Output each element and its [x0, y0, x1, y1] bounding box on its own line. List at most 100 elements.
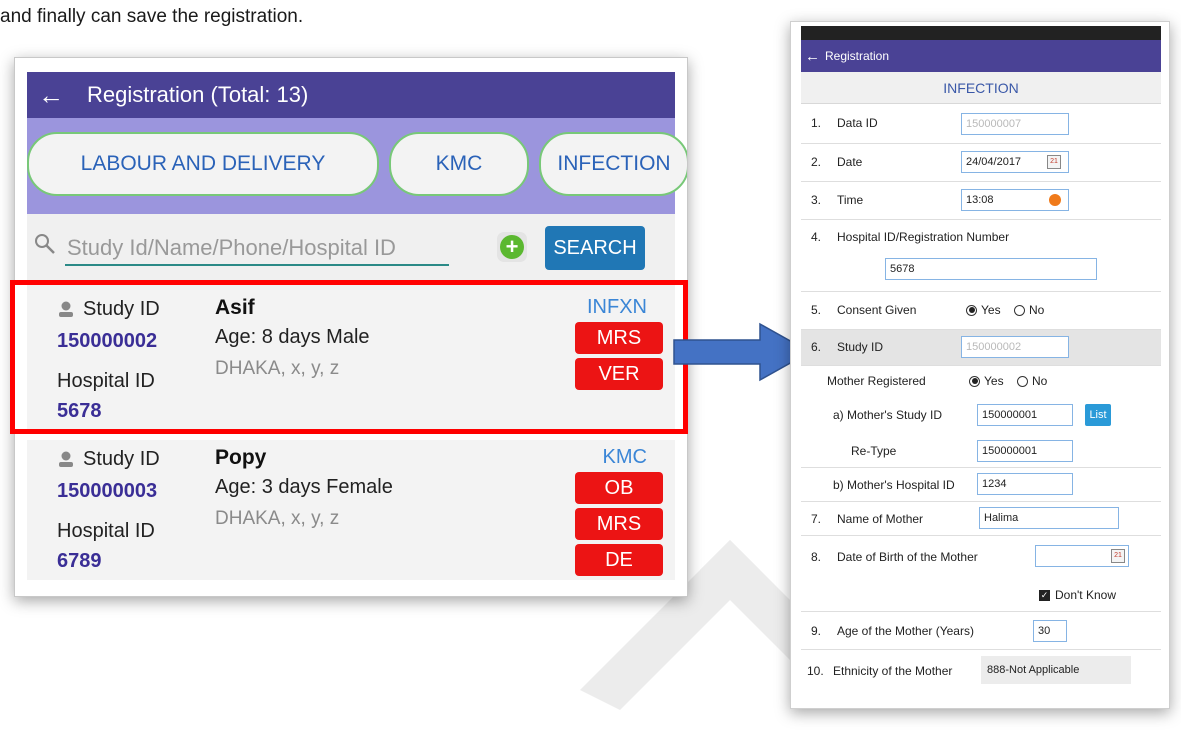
status-bar — [801, 26, 1161, 40]
person-icon — [59, 301, 73, 317]
dont-know-checkbox[interactable]: ✓ Don't Know — [1039, 588, 1116, 602]
patient-name: Popy — [215, 446, 267, 469]
patient-name: Asif — [215, 296, 255, 319]
form-section-title: INFECTION — [801, 72, 1161, 104]
field-number: 8. — [811, 550, 822, 564]
field-hospital-id: 4. Hospital ID/Registration Number — [801, 220, 1161, 292]
mother-registered-no-radio[interactable]: No — [1017, 374, 1047, 388]
retype-input[interactable] — [977, 440, 1073, 462]
field-label: Ethnicity of the Mother — [833, 664, 953, 678]
search-button[interactable]: SEARCH — [545, 226, 645, 270]
badge-mrs[interactable]: MRS — [575, 508, 663, 540]
search-input[interactable] — [65, 232, 449, 266]
field-number: 9. — [811, 624, 822, 638]
badge-de[interactable]: DE — [575, 544, 663, 576]
hospital-id-input[interactable] — [885, 258, 1097, 280]
tab-labour-and-delivery[interactable]: LABOUR AND DELIVERY — [27, 132, 379, 196]
field-mother-ethnicity: 10. Ethnicity of the Mother 888-Not Appl… — [801, 650, 1161, 690]
app-bar-title: Registration (Total: 13) — [87, 82, 309, 107]
mother-registered-yes-radio[interactable]: Yes — [969, 374, 1004, 388]
badge-ver[interactable]: VER — [575, 358, 663, 390]
study-id-input[interactable] — [961, 336, 1069, 358]
field-number: 3. — [811, 193, 822, 207]
field-label: Mother Registered — [827, 374, 926, 388]
field-label: Data ID — [837, 116, 878, 130]
hospital-id-value: 5678 — [57, 400, 102, 422]
record-type-label: INFXN — [587, 296, 647, 318]
mother-age-input[interactable] — [1033, 620, 1067, 642]
field-number: 6. — [811, 340, 822, 354]
list-button[interactable]: List — [1085, 404, 1111, 426]
field-number: 2. — [811, 155, 822, 169]
form-app-bar-title: Registration — [825, 49, 890, 63]
mother-registered-block: Mother Registered Yes No a) Mother's Stu… — [801, 366, 1161, 468]
app-bar: ← Registration (Total: 13) — [27, 72, 675, 118]
hospital-id-value: 6789 — [57, 550, 102, 572]
field-number: 7. — [811, 512, 822, 526]
field-label: Re-Type — [851, 444, 897, 458]
consent-yes-radio[interactable]: Yes — [966, 303, 1001, 317]
study-id-value: 150000003 — [57, 480, 158, 502]
registration-list-screen: ← Registration (Total: 13) LABOUR AND DE… — [14, 57, 688, 597]
patient-age: Age: 8 days Male — [215, 326, 370, 348]
radio-label: No — [1032, 374, 1048, 388]
field-label: Age of the Mother (Years) — [837, 624, 974, 638]
tab-infection[interactable]: INFECTION — [539, 132, 687, 196]
person-icon — [59, 451, 73, 467]
patient-address: DHAKA, x, y, z — [215, 358, 340, 379]
patient-age: Age: 3 days Female — [215, 476, 393, 498]
caption-text: and finally can save the registration. — [0, 6, 304, 27]
consent-no-radio[interactable]: No — [1014, 303, 1044, 317]
field-data-id: 1. Data ID — [801, 104, 1161, 144]
study-id-label: Study ID — [83, 298, 160, 320]
field-consent: 5. Consent Given Yes No — [801, 292, 1161, 330]
category-tabs: LABOUR AND DELIVERY KMC INFECTION — [27, 118, 687, 214]
mother-hospital-id-input[interactable] — [977, 473, 1073, 495]
mother-name-input[interactable] — [979, 507, 1119, 529]
clock-icon[interactable] — [1049, 194, 1061, 206]
tab-kmc[interactable]: KMC — [389, 132, 529, 196]
field-number: 10. — [807, 664, 824, 678]
plus-circle-icon[interactable]: + — [497, 232, 527, 262]
data-id-input[interactable] — [961, 113, 1069, 135]
list-item[interactable]: Study ID 150000003 Hospital ID 6789 Popy… — [27, 440, 675, 580]
field-mother-dob: 8. Date of Birth of the Mother 21 ✓ Don't… — [801, 536, 1161, 612]
list-item[interactable]: Study ID 150000002 Hospital ID 5678 Asif… — [27, 290, 675, 430]
field-label: Time — [837, 193, 864, 207]
radio-label: Yes — [981, 303, 1001, 317]
badge-ob[interactable]: OB — [575, 472, 663, 504]
arrow-left-icon[interactable]: ← — [31, 80, 71, 111]
checkbox-label: Don't Know — [1055, 588, 1116, 602]
patient-address: DHAKA, x, y, z — [215, 508, 340, 529]
field-label: a) Mother's Study ID — [833, 408, 942, 422]
hospital-id-label: Hospital ID — [57, 520, 155, 542]
field-date: 2. Date 21 — [801, 144, 1161, 182]
field-label: b) Mother's Hospital ID — [833, 478, 955, 492]
radio-label: No — [1029, 303, 1045, 317]
field-label: Hospital ID/Registration Number — [837, 230, 1010, 244]
field-mother-age: 9. Age of the Mother (Years) — [801, 612, 1161, 650]
mother-study-id-input[interactable] — [977, 404, 1073, 426]
field-label: Study ID — [837, 340, 884, 354]
search-icon — [35, 234, 55, 254]
field-number: 5. — [811, 303, 822, 317]
ethnicity-select[interactable]: 888-Not Applicable — [981, 656, 1131, 684]
study-id-value: 150000002 — [57, 330, 158, 352]
field-label: Name of Mother — [837, 512, 924, 526]
badge-mrs[interactable]: MRS — [575, 322, 663, 354]
field-label: Consent Given — [837, 303, 917, 317]
search-bar: + SEARCH — [27, 214, 675, 290]
field-label: Date — [837, 155, 863, 169]
radio-label: Yes — [984, 374, 1004, 388]
arrow-left-icon[interactable]: ← — [805, 48, 825, 65]
field-mother-name: 7. Name of Mother — [801, 502, 1161, 536]
field-number: 4. — [811, 230, 822, 244]
study-id-label: Study ID — [83, 448, 160, 470]
calendar-icon[interactable]: 21 — [1047, 155, 1061, 169]
record-type-label: KMC — [602, 446, 647, 468]
field-number: 1. — [811, 116, 822, 130]
calendar-icon[interactable]: 21 — [1111, 549, 1125, 563]
field-study-id: 6. Study ID — [801, 330, 1161, 366]
field-time: 3. Time — [801, 182, 1161, 220]
field-mother-hospital-id: b) Mother's Hospital ID — [801, 468, 1161, 502]
